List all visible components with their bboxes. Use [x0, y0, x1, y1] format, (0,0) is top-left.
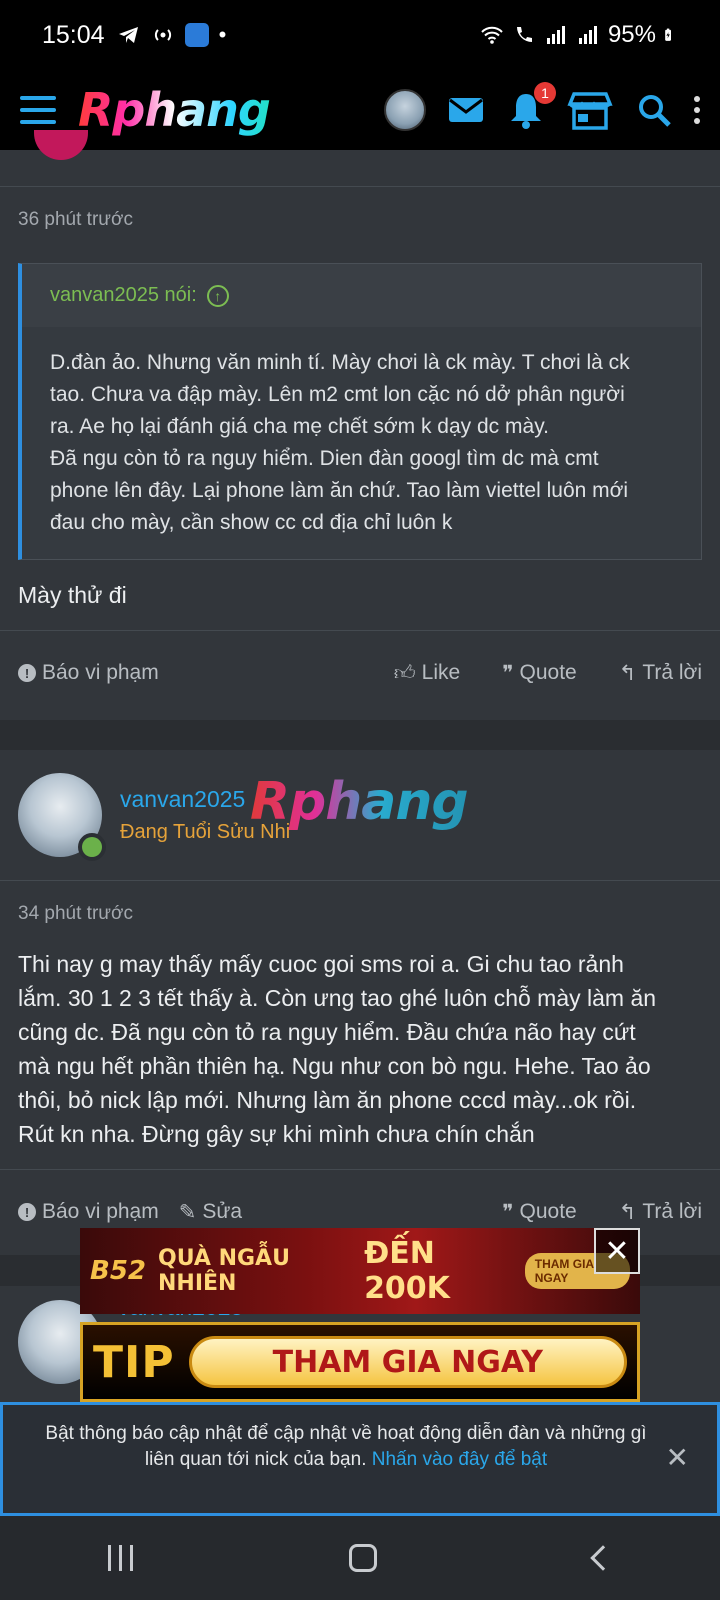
- avatar[interactable]: [18, 773, 106, 861]
- push-notification-banner: Bật thông báo cập nhật để cập nhật về ho…: [0, 1402, 720, 1516]
- quote-text: D.đàn ảo. Nhưng văn minh tí. Mày chơi là…: [22, 327, 701, 559]
- report-button[interactable]: ! Báo vi phạm: [18, 1200, 159, 1224]
- edit-label: Sửa: [202, 1200, 243, 1223]
- search-icon[interactable]: [634, 90, 674, 130]
- quote-line: D.đàn ảo. Nhưng văn minh tí. Mày chơi là…: [50, 351, 630, 374]
- close-icon[interactable]: ✕: [666, 1444, 689, 1472]
- quote-line: Đã ngu còn tỏ ra nguy hiểm. Dien đàn goo…: [50, 447, 599, 470]
- reply-label: Trả lời: [642, 1200, 702, 1223]
- reply-icon: ↰: [618, 661, 637, 685]
- quote-label: Quote: [519, 1200, 577, 1223]
- reply-label: Trả lời: [642, 661, 702, 684]
- like-button[interactable]: 👍︎ Like: [394, 660, 460, 686]
- reply-icon: ↰: [618, 1200, 637, 1224]
- quote-line: tao. Chưa va đập mày. Lên m2 cmt lon cặc…: [50, 383, 625, 406]
- more-options-icon[interactable]: [694, 96, 700, 124]
- post-message: Mày thử đi: [18, 582, 127, 608]
- quote-line: đau cho mày, cần show cc cd địa chỉ luôn…: [50, 511, 453, 534]
- ad-close-button[interactable]: ✕: [594, 1228, 640, 1274]
- ad-brand: TIP: [93, 1336, 175, 1388]
- quote-line: ra. Ae họ lại đánh giá cha mẹ chết sớm k…: [50, 415, 549, 438]
- edit-button[interactable]: ✎ Sửa: [179, 1200, 242, 1225]
- alert-icon: !: [18, 664, 36, 682]
- mail-icon[interactable]: [446, 90, 486, 130]
- quote-button[interactable]: ❞ Quote: [502, 1200, 577, 1225]
- message-line: thôi, bỏ nick lập mới. Nhưng làm ăn phon…: [18, 1087, 637, 1113]
- wifi-call-icon: [516, 27, 532, 42]
- battery-charging-icon: [665, 28, 671, 41]
- watermark-logo: Rphang: [250, 772, 469, 832]
- close-icon: ✕: [604, 1234, 630, 1268]
- alert-icon: !: [18, 1203, 36, 1221]
- user-avatar[interactable]: [384, 89, 426, 131]
- battery-percent: 95%: [607, 21, 656, 48]
- status-bar: 15:04 • 95%: [0, 0, 720, 70]
- pencil-icon: ✎: [178, 1200, 197, 1224]
- post-message: Thi nay g may thấy mấy cuoc goi sms roi …: [0, 947, 720, 1169]
- quote-label: Quote: [519, 661, 577, 684]
- enable-notifications-link[interactable]: Nhấn vào đây để bật: [372, 1449, 547, 1470]
- ad-cta[interactable]: THAM GIA NGAY: [188, 1336, 627, 1388]
- message-line: cũng dc. Đã ngu còn tỏ ra nguy hiểm. Đầu…: [18, 1019, 636, 1045]
- site-logo[interactable]: Rphang: [78, 83, 271, 137]
- quote-icon: ❞: [502, 661, 514, 685]
- notification-text: Bật thông báo cập nhật để cập nhật về ho…: [45, 1423, 647, 1470]
- signal-icon: [546, 26, 565, 44]
- store-icon[interactable]: [566, 90, 614, 130]
- avatar: [34, 130, 88, 160]
- message-line: mà ngu hết phần thiên hạ. Ngu như con bò…: [18, 1053, 651, 1079]
- home-icon[interactable]: [349, 1544, 378, 1572]
- post-2: vanvan2025 Đang Tuổi Sửu Nhi Rphang 34 p…: [0, 750, 720, 1255]
- message-line: Thi nay g may thấy mấy cuoc goi sms roi …: [18, 951, 624, 977]
- reply-button[interactable]: ↰ Trả lời: [619, 660, 702, 686]
- ad-text: QUÀ NGẪU NHIÊN: [158, 1246, 290, 1296]
- dot-icon: •: [218, 22, 227, 47]
- notifications-button[interactable]: 1: [506, 82, 556, 130]
- wifi-icon: [481, 26, 503, 44]
- reply-button[interactable]: ↰ Trả lời: [619, 1200, 702, 1225]
- notification-badge: 1: [534, 82, 556, 104]
- menu-icon[interactable]: [20, 96, 56, 124]
- post-timestamp: 36 phút trước: [18, 209, 133, 230]
- recent-apps-icon[interactable]: [108, 1545, 134, 1571]
- clock: 15:04: [42, 20, 105, 49]
- back-icon[interactable]: [590, 1545, 616, 1571]
- wifi-hotspot-icon: [184, 23, 209, 47]
- ad-amount: ĐẾN 200K: [364, 1236, 450, 1306]
- quote-block: vanvan2025 nói: ↑ D.đàn ảo. Nhưng văn mi…: [18, 263, 702, 560]
- quote-author[interactable]: vanvan2025 nói:: [50, 284, 197, 307]
- app-header: Rphang 1: [0, 70, 720, 150]
- ad-banner-tip[interactable]: TIP THAM GIA NGAY: [80, 1322, 640, 1402]
- report-label: Báo vi phạm: [42, 1200, 159, 1223]
- quote-button[interactable]: ❞ Quote: [502, 660, 577, 686]
- quote-line: phone lên đây. Lại phone làm ăn chứ. Tao…: [50, 479, 629, 502]
- arrow-up-icon[interactable]: ↑: [206, 284, 229, 307]
- ad-brand: B52: [90, 1256, 146, 1286]
- post-1: 36 phút trước vanvan2025 nói: ↑ D.đàn ảo…: [0, 130, 720, 720]
- online-status-icon: [78, 833, 106, 861]
- ad-banner-b52[interactable]: B52 QUÀ NGẪU NHIÊN ĐẾN 200K THAM GIA NGA…: [80, 1228, 640, 1314]
- like-label: Like: [421, 661, 461, 684]
- message-line: lắm. 30 1 2 3 tết thấy à. Còn ưng tao gh…: [18, 985, 657, 1011]
- telegram-icon: [118, 27, 138, 43]
- system-navigation-bar: [0, 1516, 720, 1600]
- hotspot-icon: [154, 29, 171, 41]
- quote-icon: ❞: [502, 1200, 514, 1224]
- report-label: Báo vi phạm: [42, 661, 159, 684]
- post-actions: ! Báo vi phạm 👍︎ Like ❞ Quote ↰ Trả lời: [0, 631, 720, 715]
- message-line: Rút kn nha. Đừng gây sự khi mình chưa ch…: [18, 1121, 535, 1147]
- post-timestamp: 34 phút trước: [18, 903, 133, 924]
- signal-icon-2: [578, 26, 597, 44]
- report-button[interactable]: ! Báo vi phạm: [18, 661, 159, 685]
- post-author: vanvan2025 Đang Tuổi Sửu Nhi Rphang: [0, 750, 720, 880]
- thumbs-up-icon: 👍︎: [393, 662, 416, 685]
